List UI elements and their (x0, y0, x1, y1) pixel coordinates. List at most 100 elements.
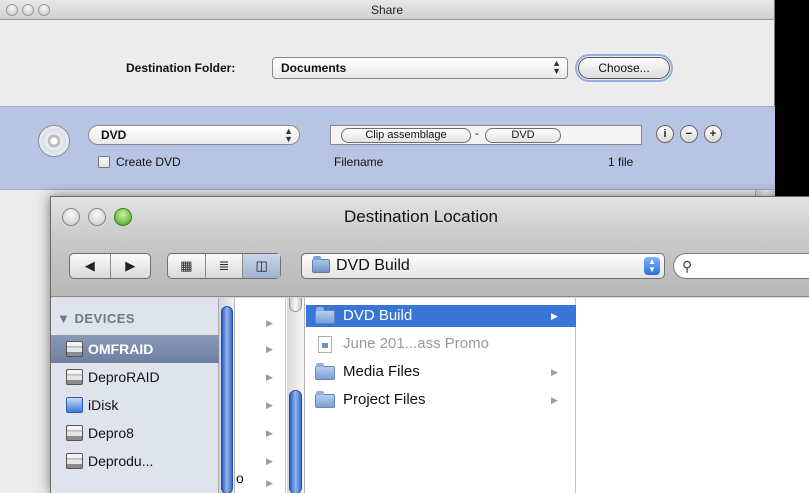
folder-icon (315, 363, 335, 380)
sidebar-item-label: DeproRAID (88, 369, 160, 385)
minus-icon: − (685, 128, 693, 140)
list-item-label: Media Files (343, 363, 420, 380)
current-folder-popup[interactable]: DVD Build ▲ ▼ (301, 253, 665, 279)
popup-arrows-icon: ▲ ▼ (552, 58, 561, 76)
info-icon: i (663, 128, 667, 140)
back-forward-control: ◀ ▶ (69, 253, 151, 279)
list-item-label: Project Files (343, 391, 426, 408)
folder-icon (315, 391, 335, 408)
format-value: DVD (101, 128, 127, 142)
icon-view-button[interactable]: ▦ (168, 254, 206, 278)
share-window-controls (6, 4, 50, 16)
back-button[interactable]: ◀ (70, 254, 111, 278)
chevron-right-icon: ▶ (266, 400, 273, 410)
window-controls (62, 208, 132, 226)
sidebar-item-idisk[interactable]: iDisk (51, 391, 219, 419)
destination-folder-row: Destination Folder: Documents ▲ ▼ Choose.… (0, 54, 774, 82)
window-title: Destination Location (343, 207, 499, 226)
create-dvd-checkbox[interactable] (98, 156, 110, 168)
zoom-button[interactable] (114, 208, 132, 226)
column-scrollbar[interactable] (287, 298, 305, 493)
cd-icon (38, 125, 70, 157)
file-count: 1 file (608, 155, 634, 169)
search-icon: ⚲ (682, 258, 693, 274)
share-titlebar: Share (0, 0, 774, 20)
sidebar-item-depro8[interactable]: Depro8 (51, 419, 219, 447)
drive-icon (66, 425, 83, 441)
sidebar-scroll-thumb[interactable] (221, 306, 233, 493)
destination-folder-label: Destination Folder: (126, 61, 236, 75)
column-scroll-thumb[interactable] (289, 390, 302, 493)
forward-button[interactable]: ▶ (111, 254, 151, 278)
sidebar: ▼ DEVICES OMFRAID DeproRAID iDisk Depro8… (51, 298, 219, 493)
chevron-right-icon: ▶ (266, 344, 273, 354)
folder-icon (312, 256, 330, 273)
minimize-button[interactable] (22, 4, 34, 16)
chevron-right-icon: ▶ (266, 372, 273, 382)
column-view-button[interactable]: ◫ (243, 254, 281, 278)
column-truncated-text: o (236, 470, 244, 486)
chevron-right-icon: ▶ (551, 395, 558, 405)
chevron-right-icon: ▶ (266, 318, 273, 328)
search-input[interactable]: ⚲ (673, 253, 809, 279)
destination-folder-value: Documents (281, 61, 347, 75)
column-browser: ▼ DEVICES OMFRAID DeproRAID iDisk Depro8… (51, 298, 809, 493)
filename-field[interactable]: Clip assemblage - DVD (330, 125, 642, 145)
sidebar-scrollbar[interactable] (219, 298, 235, 493)
folder-icon (315, 307, 335, 324)
share-window-title: Share (370, 3, 404, 17)
current-column: DVD Build ▶ June 201...ass Promo Media F… (306, 298, 576, 493)
drive-icon (66, 453, 83, 469)
create-dvd-option[interactable]: Create DVD (98, 155, 181, 169)
document-icon (318, 336, 332, 353)
sidebar-item-deproraid[interactable]: DeproRAID (51, 363, 219, 391)
choose-button[interactable]: Choose... (575, 54, 673, 82)
column-scroll-cap (289, 298, 302, 312)
add-button[interactable]: + (704, 125, 722, 143)
list-item-june-promo: June 201...ass Promo (306, 333, 576, 355)
sidebar-item-label: OMFRAID (88, 341, 154, 357)
plus-icon: + (709, 128, 717, 140)
list-item-label: DVD Build (343, 307, 413, 324)
chevron-right-icon: ▶ (551, 311, 558, 321)
create-dvd-label: Create DVD (116, 155, 181, 169)
close-button[interactable] (62, 208, 80, 226)
destination-folder-popup[interactable]: Documents ▲ ▼ (272, 57, 568, 79)
devices-header[interactable]: ▼ DEVICES (57, 311, 135, 326)
popup-arrows-icon: ▲ ▼ (284, 126, 293, 144)
filename-separator: - (475, 128, 479, 140)
sidebar-item-deprodu[interactable]: Deprodu... (51, 447, 219, 475)
filename-label: Filename (334, 155, 384, 169)
list-item-label: June 201...ass Promo (343, 335, 489, 352)
sidebar-item-label: Depro8 (88, 425, 134, 441)
sidebar-item-omfraid[interactable]: OMFRAID (51, 335, 219, 363)
info-button[interactable]: i (656, 125, 674, 143)
list-view-button[interactable]: ≣ (206, 254, 244, 278)
remove-button[interactable]: − (680, 125, 698, 143)
idisk-icon (66, 397, 83, 413)
chevron-right-icon: ▶ (551, 367, 558, 377)
finder-toolbar: ◀ ▶ ▦ ≣ ◫ DVD Build ▲ ▼ ⚲ (51, 237, 809, 297)
current-folder-label: DVD Build (336, 257, 410, 274)
list-item-project-files[interactable]: Project Files ▶ (306, 389, 576, 411)
popup-arrows-icon: ▲ ▼ (644, 257, 660, 275)
list-item-dvd-build[interactable]: DVD Build ▶ (306, 305, 576, 327)
format-popup[interactable]: DVD ▲ ▼ (88, 125, 300, 145)
destination-titlebar: Destination Location (51, 197, 809, 237)
filename-token-clip[interactable]: Clip assemblage (341, 128, 471, 143)
close-button[interactable] (6, 4, 18, 16)
drive-icon (66, 341, 83, 357)
chevron-right-icon: ▶ (266, 456, 273, 466)
zoom-button[interactable] (38, 4, 50, 16)
output-format-panel: DVD ▲ ▼ Create DVD Clip assemblage - DVD … (0, 106, 775, 190)
sidebar-item-label: Deprodu... (88, 453, 154, 469)
drive-icon (66, 369, 83, 385)
chevron-right-icon: ▶ (266, 428, 273, 438)
minimize-button[interactable] (88, 208, 106, 226)
list-item-media-files[interactable]: Media Files ▶ (306, 361, 576, 383)
parent-column: ▶ ▶ ▶ ▶ ▶ ▶ ▶ o (236, 298, 286, 493)
sidebar-item-label: iDisk (88, 397, 119, 413)
filename-token-format[interactable]: DVD (485, 128, 561, 143)
chevron-right-icon: ▶ (266, 478, 273, 488)
destination-location-window: Destination Location ◀ ▶ ▦ ≣ ◫ DVD Build… (50, 196, 809, 493)
